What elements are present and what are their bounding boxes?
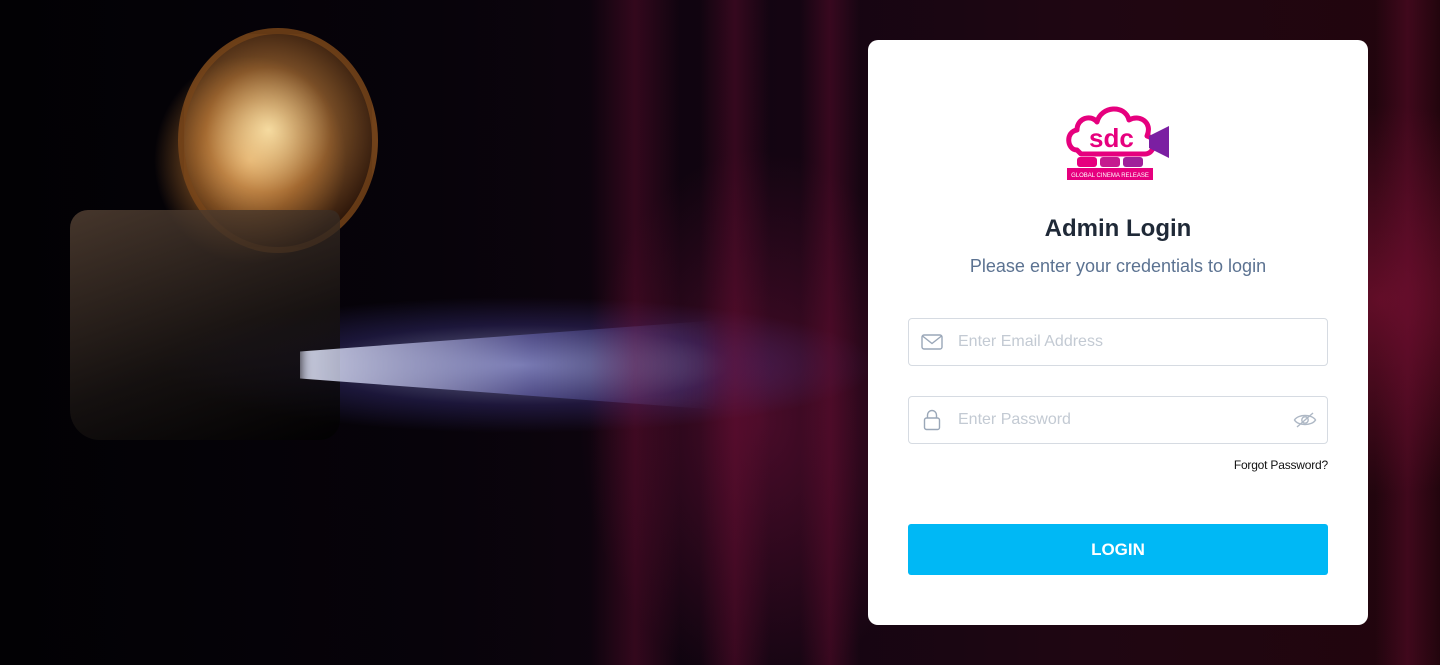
film-projector [70,210,340,440]
email-input[interactable] [955,319,1327,365]
envelope-icon [909,319,955,365]
page-subtitle: Please enter your credentials to login [969,256,1267,276]
projector-light-beam [300,320,720,410]
logo-text: sdc [1089,123,1134,153]
curtain-fold [800,0,860,665]
password-field [908,396,1328,444]
page-title: Admin Login [1044,215,1192,242]
login-card: sdc GLOBAL CINEMA RELEASE Admin Login Pl… [868,40,1368,625]
eye-slash-icon[interactable] [1283,397,1327,443]
password-input[interactable] [955,397,1283,443]
forgot-password-link[interactable]: Forgot Password? [1234,458,1328,472]
lock-icon [909,397,955,443]
login-button[interactable]: LOGIN [908,524,1328,575]
curtain-fold [1375,0,1440,665]
sdc-logo: sdc GLOBAL CINEMA RELEASE [1066,106,1169,180]
logo-tagline: GLOBAL CINEMA RELEASE [1071,173,1149,179]
email-field [908,318,1328,366]
